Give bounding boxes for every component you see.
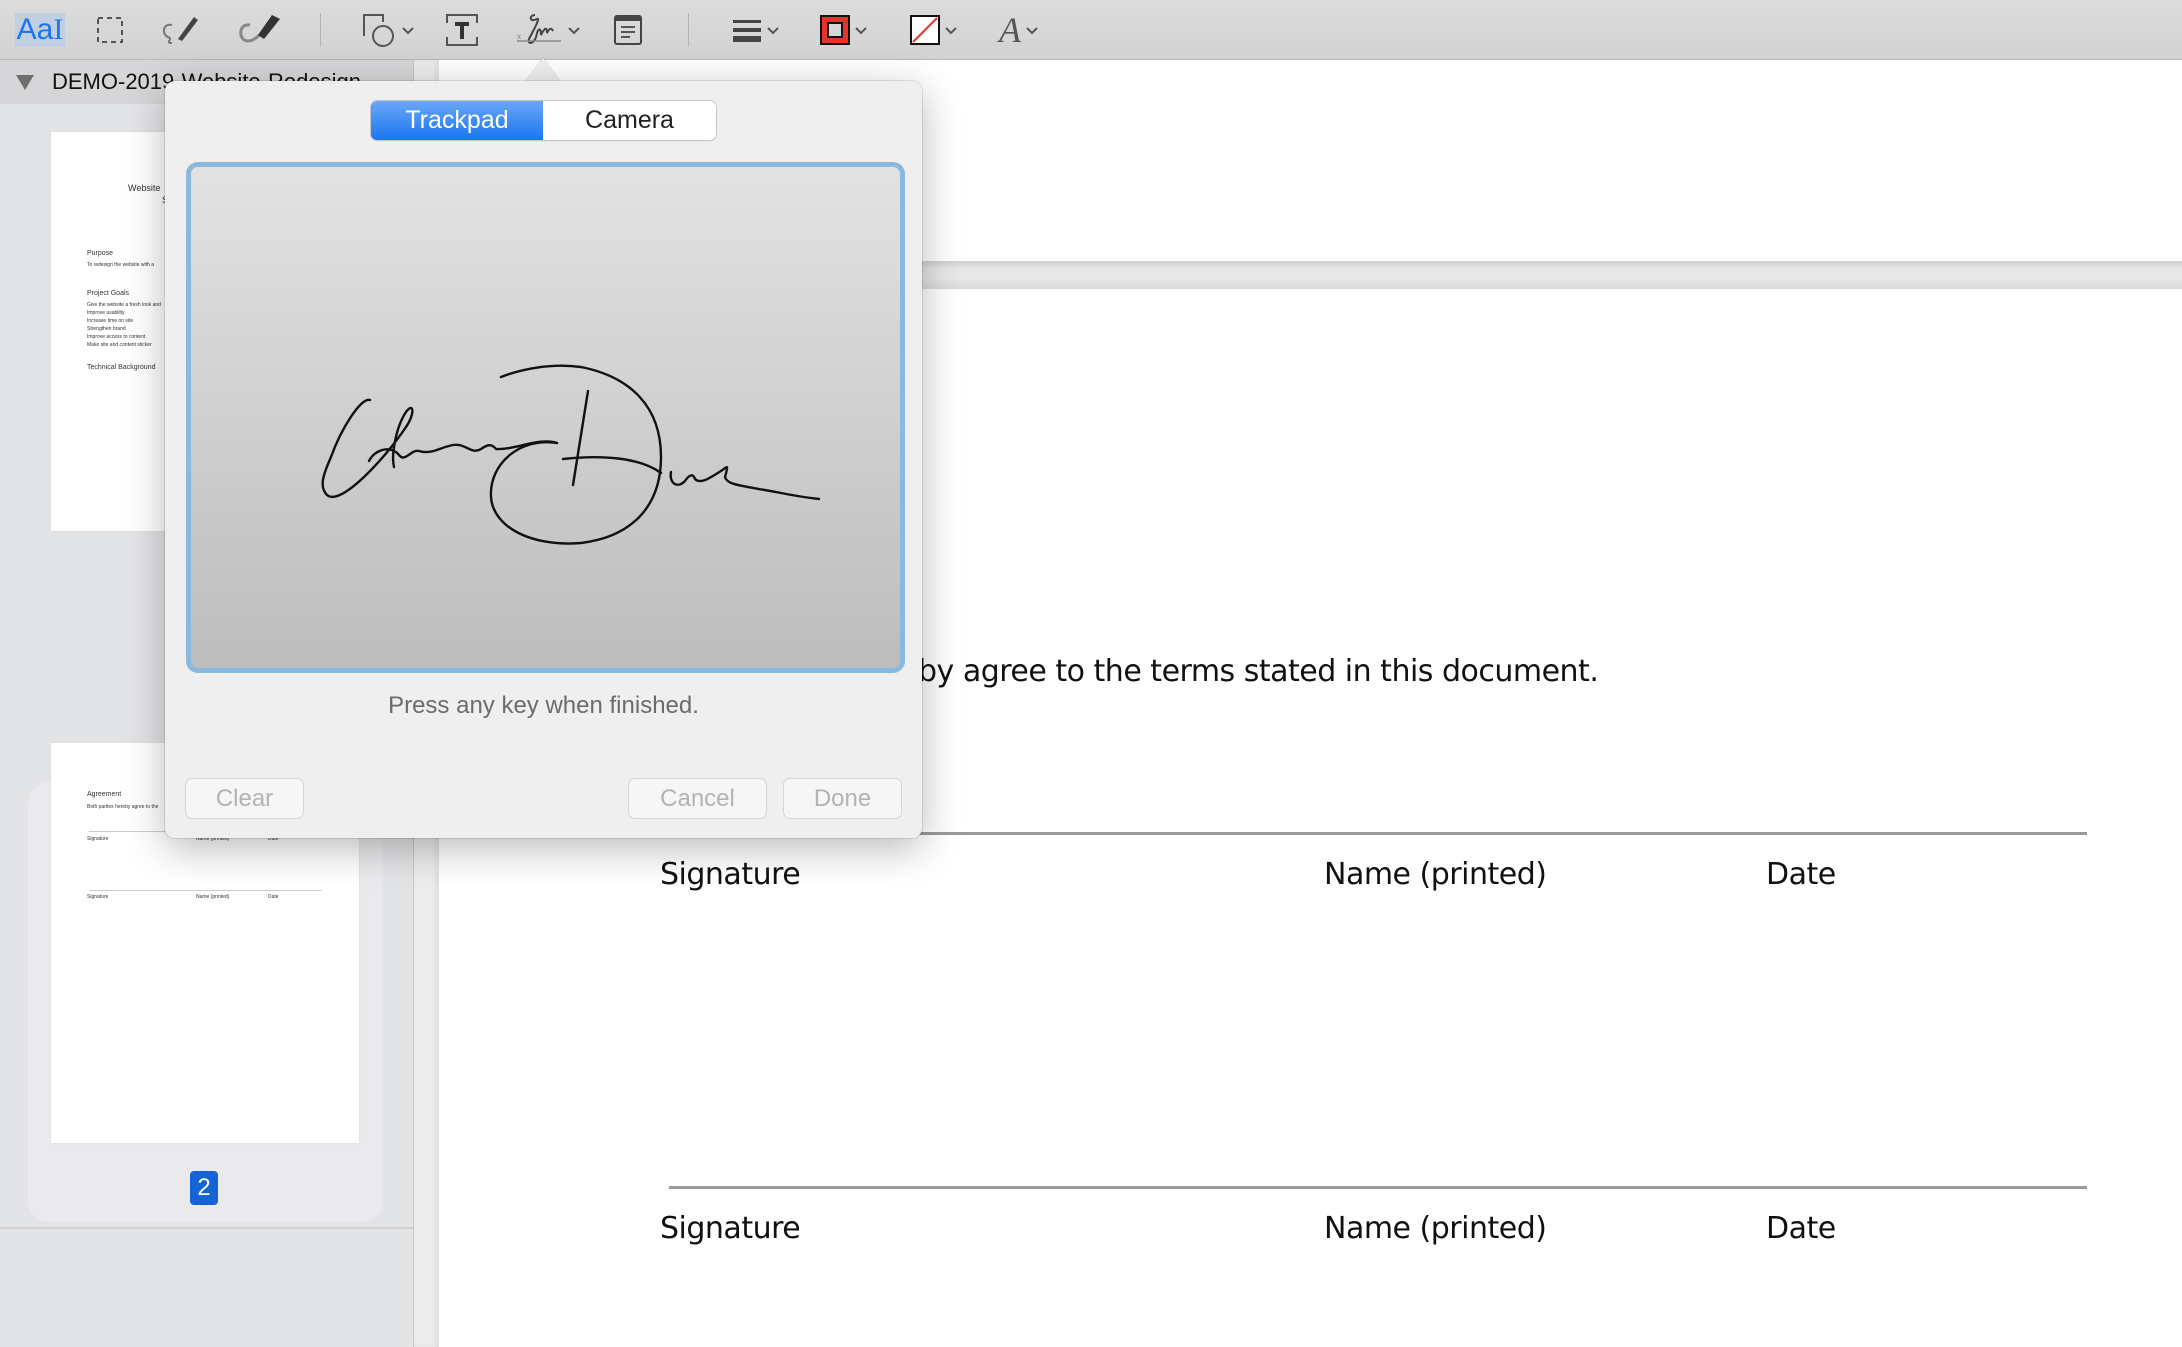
page-number-badge: 2 xyxy=(190,1171,218,1205)
agreement-text: by agree to the terms stated in this doc… xyxy=(918,654,1599,689)
shapes-icon xyxy=(363,14,394,47)
signature-icon: x xyxy=(517,14,561,44)
sketch-tool-button[interactable] xyxy=(158,10,202,50)
thumb-signature-line xyxy=(89,890,322,891)
chevron-down-icon xyxy=(568,27,580,35)
signature-label: Signature xyxy=(660,857,801,892)
date-label: Date xyxy=(1766,857,1836,892)
thumb-text: Technical Background xyxy=(87,364,156,371)
signature-source-segmented-control: Trackpad Camera xyxy=(371,101,716,140)
thumb-text: Both parties hereby agree to the xyxy=(87,804,159,810)
chevron-down-icon xyxy=(767,27,779,35)
tab-trackpad[interactable]: Trackpad xyxy=(371,101,543,140)
font-icon: A xyxy=(999,10,1021,50)
text-box-tool-button[interactable] xyxy=(444,10,480,50)
thumb-text: Signature xyxy=(87,894,109,900)
thumb-text: To redesign the website with a xyxy=(87,262,154,268)
clear-button[interactable]: Clear xyxy=(186,779,303,818)
border-color-button[interactable] xyxy=(814,10,874,50)
thumb-text: Website xyxy=(128,183,161,193)
thumb-text: Improve usability xyxy=(87,310,125,316)
date-label: Date xyxy=(1766,1211,1836,1246)
shapes-tool-button[interactable] xyxy=(356,10,420,50)
name-printed-label: Name (printed) xyxy=(1324,1211,1547,1246)
shape-style-button[interactable] xyxy=(726,10,786,50)
signature-hint-text: Press any key when finished. xyxy=(388,692,699,719)
thumb-text: Improve access to content xyxy=(87,334,146,340)
cancel-button[interactable]: Cancel xyxy=(629,779,766,818)
chevron-down-icon xyxy=(1026,27,1038,35)
dashed-rect-icon xyxy=(97,17,123,43)
text-selection-tool-button[interactable]: AaI xyxy=(12,10,68,50)
sign-tool-button[interactable]: x xyxy=(512,10,584,50)
thumb-text: Increase time on site xyxy=(87,318,134,324)
text-style-button[interactable]: A xyxy=(990,10,1048,50)
pen-sketch-icon xyxy=(162,17,198,44)
svg-text:x: x xyxy=(517,32,521,41)
marker-draw-icon xyxy=(239,15,280,43)
thumb-text: Name (printed) xyxy=(196,894,230,900)
thumb-text: Date xyxy=(268,894,279,900)
chevron-down-icon xyxy=(855,27,867,35)
signature-label: Signature xyxy=(660,1211,801,1246)
fill-color-button[interactable] xyxy=(904,10,964,50)
toolbar-separator xyxy=(688,13,689,47)
thumb-text: Agreement xyxy=(87,791,122,798)
signature-line xyxy=(669,1186,2087,1189)
border-color-icon xyxy=(820,15,850,45)
note-icon xyxy=(614,15,642,45)
chevron-down-icon xyxy=(402,27,414,35)
chevron-down-icon xyxy=(945,27,957,35)
disclosure-triangle-icon[interactable] xyxy=(16,74,34,90)
toolbar-separator xyxy=(320,13,321,47)
name-printed-label: Name (printed) xyxy=(1324,857,1547,892)
thumb-text: Signature xyxy=(87,836,109,842)
line-style-icon xyxy=(733,20,761,42)
thumb-text: Strengthen brand xyxy=(87,326,126,332)
text-cursor-icon: AaI xyxy=(14,13,66,47)
rectangular-selection-tool-button[interactable] xyxy=(92,10,128,50)
sidebar-divider xyxy=(0,1227,413,1229)
handwritten-signature xyxy=(321,364,821,545)
thumb-text: Give the website a fresh look and xyxy=(87,302,161,308)
text-box-icon xyxy=(446,14,478,46)
markup-toolbar: AaI x A xyxy=(0,0,2182,60)
thumb-text: Project Goals xyxy=(87,290,130,297)
done-button[interactable]: Done xyxy=(784,779,901,818)
signature-drawing-area[interactable] xyxy=(186,162,905,673)
tab-camera[interactable]: Camera xyxy=(543,101,716,140)
signature-popover: Trackpad Camera Press any key when finis… xyxy=(165,81,922,838)
note-tool-button[interactable] xyxy=(612,10,644,50)
popover-arrow xyxy=(525,58,561,82)
thumb-text: Make site and content sticker xyxy=(87,342,152,348)
fill-color-icon xyxy=(910,15,940,45)
draw-tool-button[interactable] xyxy=(234,10,282,50)
thumb-text: Purpose xyxy=(87,250,114,257)
